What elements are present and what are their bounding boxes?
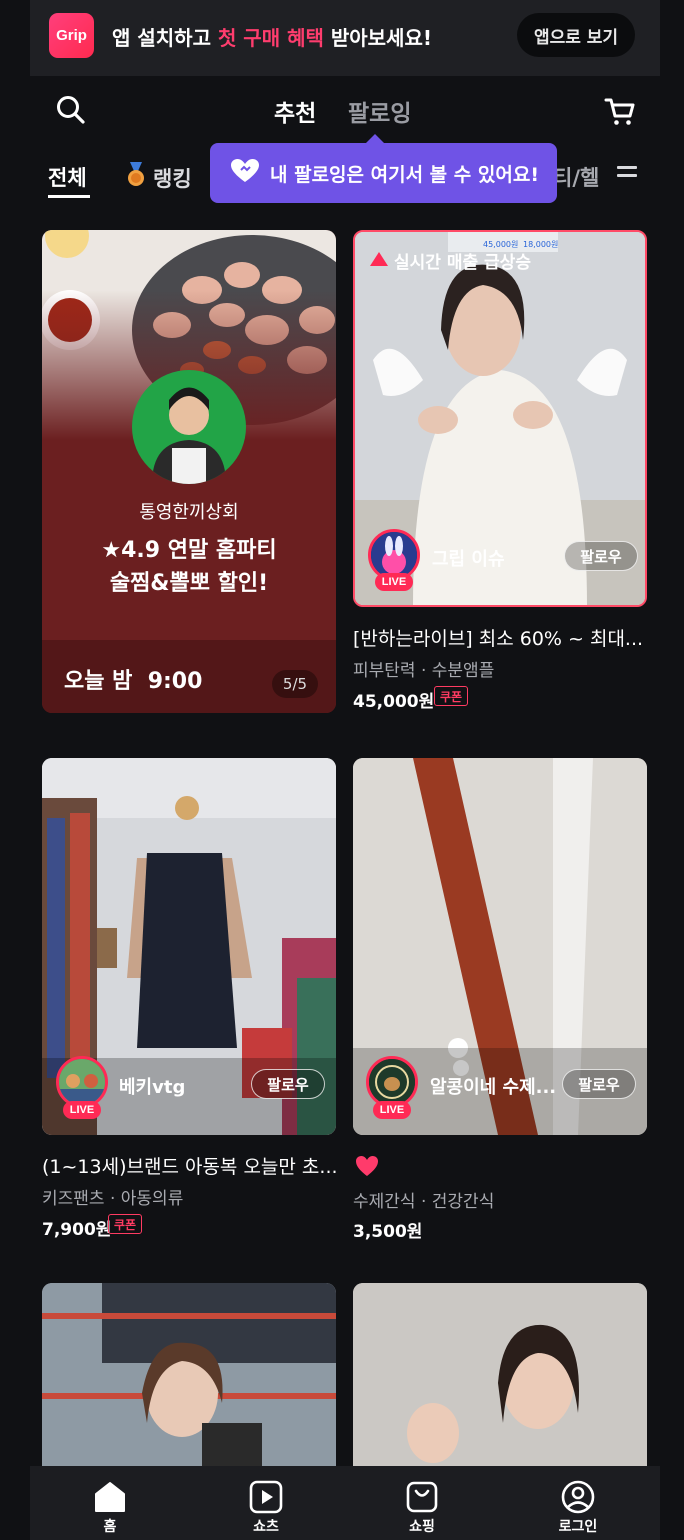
category-all[interactable]: 전체 bbox=[48, 162, 87, 192]
live-card-grip-issue[interactable]: 45,000원 18,000원 실시간 매출 급상승 LIVE 그립 이슈 팔로… bbox=[353, 230, 647, 607]
nav-login[interactable]: 로그인 bbox=[528, 1466, 628, 1540]
nav-shorts[interactable]: 쇼츠 bbox=[216, 1466, 316, 1540]
live-card-partial-left[interactable] bbox=[42, 1283, 336, 1483]
item-tags: 수제간식 · 건강간식 bbox=[353, 1192, 495, 1212]
bottom-navigation: 홈 쇼츠 쇼핑 로그인 bbox=[30, 1466, 660, 1540]
item-price: 7,900원 bbox=[42, 1220, 112, 1240]
streamer-name: 알콩이네 수제... bbox=[430, 1077, 557, 1098]
item-tags: 피부탄력 · 수분앰플 bbox=[353, 661, 495, 681]
category-ranking[interactable]: 랭킹 bbox=[125, 162, 192, 193]
page-indicator: 5/5 bbox=[272, 670, 318, 698]
nav-shopping[interactable]: 쇼핑 bbox=[372, 1466, 472, 1540]
item-price: 3,500원 bbox=[353, 1222, 423, 1242]
play-icon bbox=[249, 1480, 283, 1514]
trending-badge: 실시간 매출 급상승 bbox=[370, 248, 531, 273]
broadcast-time: 오늘 밤 9:00 bbox=[64, 669, 203, 694]
live-badge: LIVE bbox=[375, 573, 413, 591]
streamer-name: 베키vtg bbox=[119, 1077, 186, 1098]
trending-badge-text: 실시간 매출 급상승 bbox=[394, 253, 531, 273]
promo-text: 앱 설치하고 첫 구매 혜택 받아보세요! bbox=[112, 22, 432, 51]
promo-text-after: 받아보세요! bbox=[323, 26, 432, 50]
search-icon[interactable] bbox=[55, 94, 87, 126]
cart-icon[interactable] bbox=[603, 94, 637, 128]
nav-shorts-label: 쇼츠 bbox=[253, 1519, 279, 1535]
live-thumbnail bbox=[353, 1283, 647, 1483]
item-title[interactable]: (1~13세)브랜드 아동복 오늘만 초... bbox=[42, 1152, 338, 1179]
live-thumbnail bbox=[42, 1283, 336, 1483]
nav-login-label: 로그인 bbox=[558, 1519, 598, 1535]
item-tags: 키즈팬츠 · 아동의류 bbox=[42, 1189, 184, 1209]
medal-icon bbox=[125, 162, 147, 193]
open-app-button[interactable]: 앱으로 보기 bbox=[517, 13, 635, 57]
tab-following[interactable]: 팔로잉 bbox=[348, 94, 411, 128]
live-badge: LIVE bbox=[63, 1101, 101, 1119]
tab-recommend[interactable]: 추천 bbox=[274, 94, 316, 128]
up-arrow-icon bbox=[370, 251, 388, 271]
shop-name: 통영한끼상회 bbox=[139, 502, 239, 523]
category-beauty[interactable]: 티/헬 bbox=[553, 162, 599, 192]
shop-avatar bbox=[132, 370, 246, 484]
live-card-becky[interactable]: LIVE 베키vtg 팔로우 bbox=[42, 758, 336, 1135]
promo-text-highlight: 첫 구매 혜택 bbox=[217, 26, 324, 50]
scheduled-live-card[interactable]: 통영한끼상회 ★4.9 연말 홈파티 술찜&뽈뽀 할인! 오늘 밤 9:00 5… bbox=[42, 230, 336, 713]
category-ranking-label: 랭킹 bbox=[153, 166, 192, 191]
following-tooltip[interactable]: 내 팔로잉은 여기서 볼 수 있어요! bbox=[210, 134, 557, 203]
follow-button[interactable]: 팔로우 bbox=[564, 541, 638, 571]
nav-home[interactable]: 홈 bbox=[60, 1466, 160, 1540]
coupon-badge: 쿠폰 bbox=[108, 1214, 143, 1234]
nav-shopping-label: 쇼핑 bbox=[409, 1519, 435, 1535]
app-install-banner[interactable]: Grip 앱 설치하고 첫 구매 혜택 받아보세요! 앱으로 보기 bbox=[30, 0, 660, 76]
promo-headline-2: 술찜&뽈뽀 할인! bbox=[109, 571, 269, 596]
live-card-partial-right[interactable] bbox=[353, 1283, 647, 1483]
heart-icon bbox=[230, 158, 260, 189]
follow-button[interactable]: 팔로우 bbox=[251, 1069, 325, 1099]
coupon-badge: 쿠폰 bbox=[434, 686, 469, 706]
heart-icon[interactable] bbox=[355, 1155, 379, 1181]
follow-button[interactable]: 팔로우 bbox=[562, 1069, 636, 1099]
category-menu-icon[interactable] bbox=[617, 166, 637, 182]
user-icon bbox=[561, 1480, 595, 1514]
tooltip-text: 내 팔로잉은 여기서 볼 수 있어요! bbox=[270, 163, 539, 186]
grip-logo: Grip bbox=[49, 13, 94, 58]
streamer-name: 그립 이슈 bbox=[432, 549, 505, 570]
promo-text-before: 앱 설치하고 bbox=[112, 26, 218, 50]
item-price: 45,000원 bbox=[353, 692, 435, 712]
home-icon bbox=[93, 1480, 127, 1514]
active-category-underline bbox=[48, 195, 90, 198]
shopping-bag-icon bbox=[405, 1480, 439, 1514]
item-title[interactable]: [반하는라이브] 최소 60% ~ 최대... bbox=[353, 624, 649, 651]
live-card-alkong[interactable]: LIVE 알콩이네 수제... 팔로우 bbox=[353, 758, 647, 1135]
live-badge: LIVE bbox=[373, 1101, 411, 1119]
nav-home-label: 홈 bbox=[103, 1519, 117, 1535]
promo-headline-1: ★4.9 연말 홈파티 bbox=[101, 538, 277, 563]
